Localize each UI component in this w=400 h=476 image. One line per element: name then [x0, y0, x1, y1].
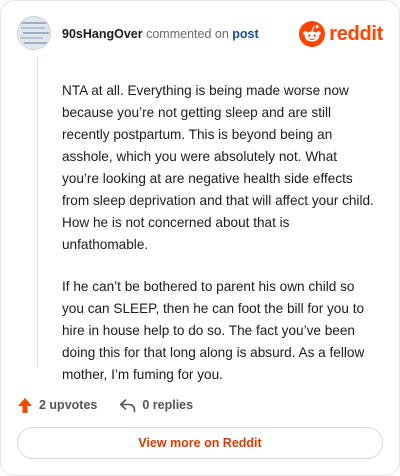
upvote-count: 2 upvotes [39, 398, 98, 412]
upvote-button[interactable]: 2 upvotes [17, 397, 97, 414]
byline-action-text: commented on [146, 27, 229, 41]
reddit-logo[interactable]: reddit [299, 21, 383, 47]
reddit-snoo-icon [299, 21, 326, 47]
comment-paragraph: NTA at all. Everything is being made wor… [62, 83, 374, 252]
comment-byline: 90sHangOver commented on post [62, 27, 259, 41]
comment-body: NTA at all. Everything is being made wor… [62, 80, 374, 406]
comment-actions: 2 upvotes 0 replies [17, 394, 193, 416]
reply-count: 0 replies [142, 398, 194, 412]
thread-line [37, 57, 38, 367]
reddit-wordmark: reddit [329, 22, 383, 45]
upvote-arrow-icon [18, 397, 32, 413]
reply-arrow-icon [120, 398, 136, 412]
view-more-button[interactable]: View more on Reddit [17, 427, 383, 459]
comment-paragraph: If he can’t be bothered to parent his ow… [62, 279, 365, 382]
user-avatar[interactable] [17, 16, 51, 50]
reply-button[interactable]: 0 replies [119, 398, 193, 413]
username-link[interactable]: 90sHangOver [62, 27, 143, 41]
post-link[interactable]: post [232, 27, 258, 41]
comment-header: 90sHangOver commented on post reddit [1, 1, 399, 67]
comment-embed-card: 90sHangOver commented on post reddit NTA… [0, 0, 400, 476]
